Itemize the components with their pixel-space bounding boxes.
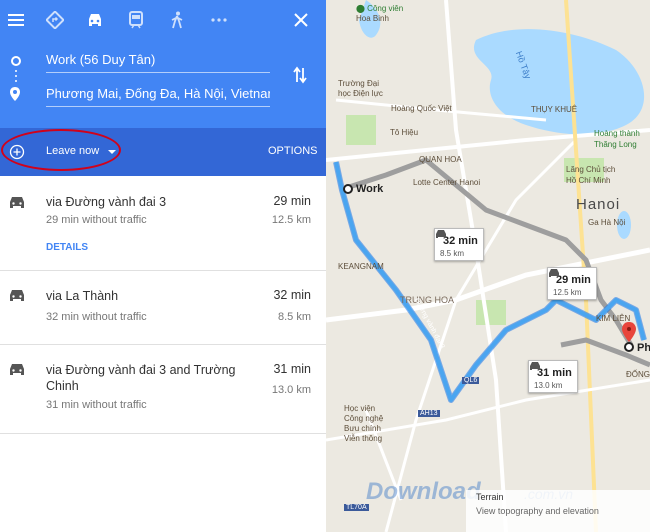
route-name: via Đường vành đai 3 [46,195,167,209]
map-city-label: Hanoi [576,196,621,213]
walking-icon[interactable] [166,9,188,31]
map-label: ĐỐNG [626,370,650,379]
map-label: Trường Đại [338,79,379,88]
route-callout[interactable]: 32 min 8.5 km [434,228,484,261]
callout-distance: 13.0 km [534,381,563,390]
origin-dot-icon [11,56,21,66]
map-label: QUAN HOA [419,155,462,164]
route-item[interactable]: via Đường vành đai 3 and Trường Chinh 31… [0,345,326,434]
map-label: Viễn thông [344,434,383,443]
map-label: TRUNG HOA [400,295,454,305]
map-view[interactable]: ⬤ Công viên Hoa Binh Hồ Tây Trường Đại h… [326,0,650,532]
car-icon [8,362,26,382]
map-label: Lăng Chủ tịch [566,165,616,174]
terrain-label: Terrain [476,492,504,502]
terrain-toggle[interactable]: Terrain View topography and elevation [466,490,650,532]
destination-pin-icon [10,87,20,106]
route-callout[interactable]: 31 min 13.0 km [528,360,578,393]
details-link[interactable]: DETAILS [46,242,88,253]
callout-distance: 12.5 km [553,288,582,297]
route-time: 31 min [273,362,311,376]
map-label: Hoàng thành [594,129,640,138]
route-time: 29 min [273,194,311,208]
callout-time: 31 min [537,367,572,379]
map-label: Hồ Chí Minh [566,176,611,185]
map-label: Bưu chính [344,424,381,433]
driving-icon[interactable] [84,9,106,31]
options-button[interactable]: OPTIONS [268,145,318,157]
road-shield: QL6 [462,377,480,384]
watermark: Download [366,478,481,505]
swap-icon[interactable] [289,64,311,86]
terrain-sublabel: View topography and elevation [476,506,599,516]
road-shield: TL70A [344,504,369,511]
map-label: Ga Hà Nội [588,218,626,227]
car-icon [8,195,26,215]
map-label: Hoàng Quốc Việt [391,104,452,113]
close-icon[interactable] [290,9,312,31]
map-label: Học viện [344,404,376,413]
car-icon [8,288,26,308]
route-item[interactable]: via La Thành 32 min 32 min without traff… [0,271,326,345]
map-label: THỤY KHUÊ [531,105,578,114]
map-label: học Điện lực [338,89,383,98]
route-traffic: 32 min without traffic [46,311,147,323]
directions-panel: Work (56 Duy Tân) Phương Mai, Đống Đa, H… [0,0,326,532]
map-label: KEANGNAM [338,262,384,271]
map-label: Hoa Binh [356,14,389,23]
route-distance: 13.0 km [271,384,311,396]
map-label: Thăng Long [594,140,637,149]
best-route-icon[interactable] [44,9,66,31]
route-traffic: 31 min without traffic [46,399,147,411]
work-marker-label: Work [356,183,384,195]
map-label: Tô Hiệu [390,128,419,137]
callout-time: 32 min [443,235,478,247]
route-time: 32 min [273,288,311,302]
route-distance: 8.5 km [277,311,311,323]
route-traffic: 29 min without traffic [46,214,147,226]
route-dots-icon [14,69,18,88]
transit-icon[interactable] [125,9,147,31]
highlight-circle [1,129,121,171]
map-label: KIM LIÊN [596,314,631,323]
destination-field[interactable]: Phương Mai, Đống Đa, Hà Nội, Vietnam [46,84,270,107]
route-name: via La Thành [46,289,119,303]
menu-icon[interactable] [6,10,26,30]
route-item[interactable]: via Đường vành đai 3 29 min 29 min witho… [0,176,326,271]
callout-distance: 8.5 km [440,249,465,258]
road-shield: AH13 [418,410,440,417]
route-name: via Đường vành đai 3 and Trường Chinh [46,363,236,393]
origin-field[interactable]: Work (56 Duy Tân) [46,50,270,73]
destination-marker-label: Ph [637,342,650,354]
callout-time: 29 min [556,274,591,286]
map-label: Lotte Center Hanoi [413,178,481,187]
more-modes-icon[interactable] [208,9,230,31]
map-label: ⬤ Công viên [356,4,404,13]
route-callout[interactable]: 29 min 12.5 km [547,267,597,300]
map-label: Công nghệ [344,414,384,423]
route-distance: 12.5 km [271,214,311,226]
